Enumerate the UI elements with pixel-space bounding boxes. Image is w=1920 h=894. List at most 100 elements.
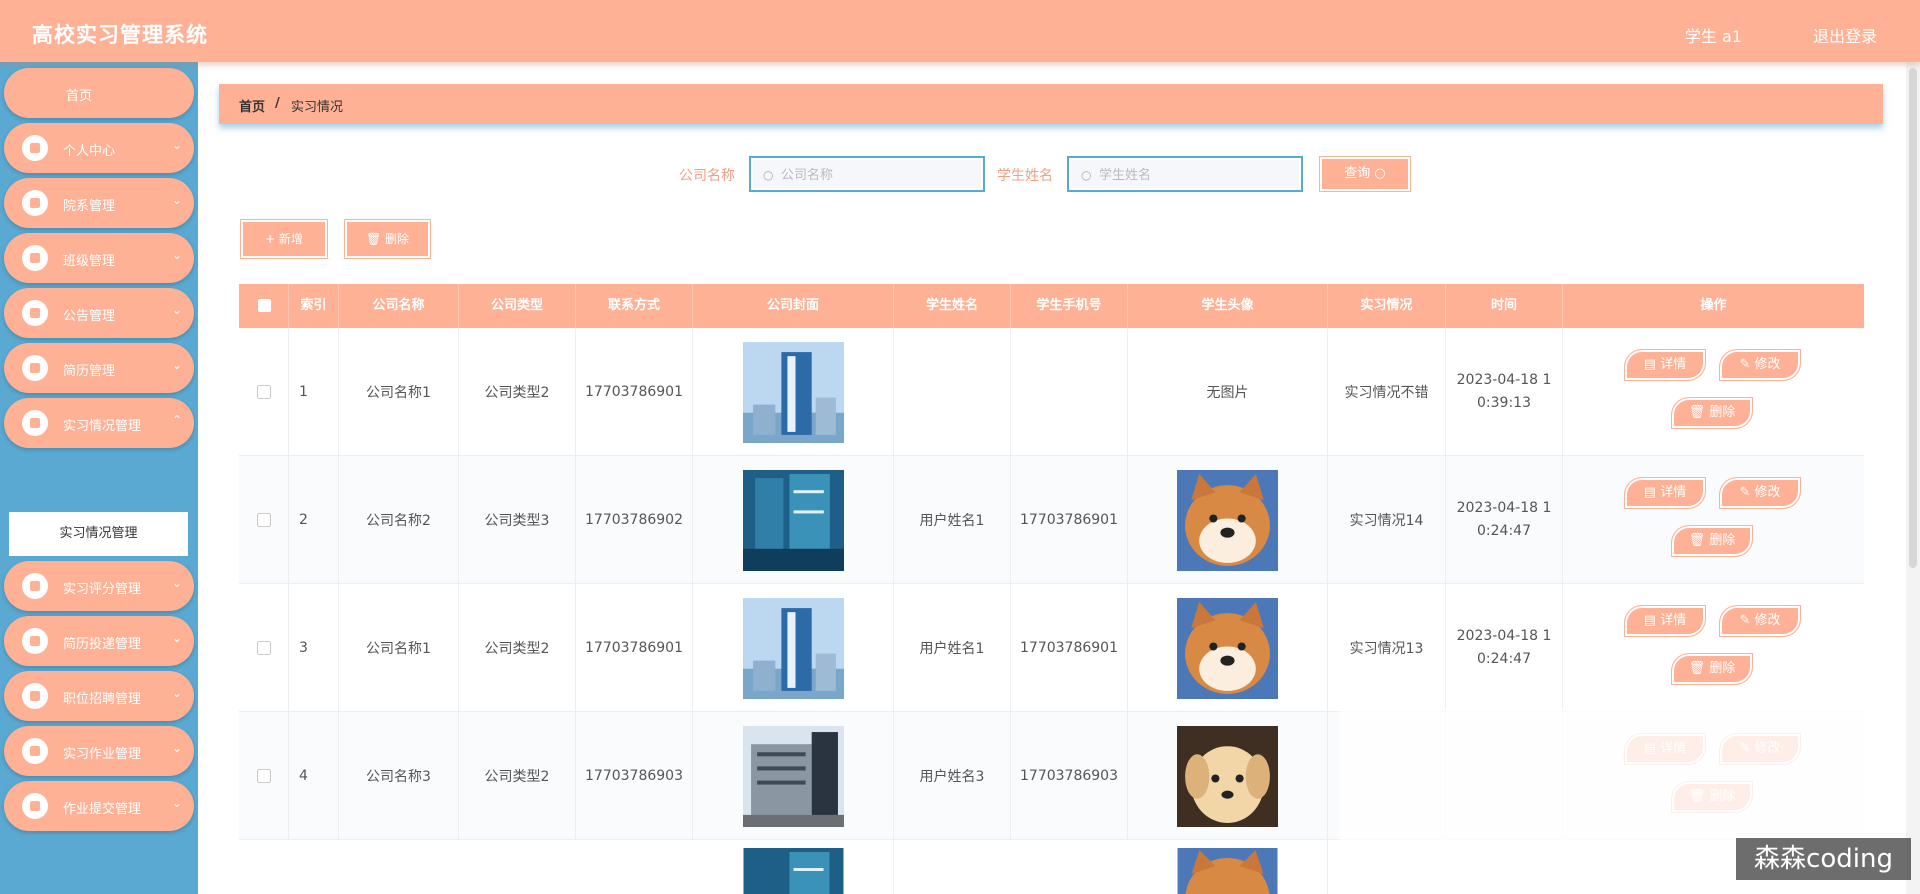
phone-cell [1011,328,1128,456]
actions-cell: ▤ 详情 ✎ 修改 🗑 删除 [1563,328,1864,456]
building-icon [22,190,48,216]
sidebar-item-label: 实习评分管理 [63,582,142,597]
select-all-checkbox[interactable] [258,299,271,312]
row-checkbox[interactable] [256,385,271,399]
student-avatar-image[interactable] [1177,469,1278,571]
batch-delete-label: 删除 [385,232,410,246]
user-icon [22,135,48,161]
student-name-label: 学生姓名 [997,168,1053,184]
sidebar-item-notice[interactable]: 公告管理 ⌄ [4,288,194,338]
sidebar-item-label: 院系管理 [63,199,116,214]
breadcrumb: 首页 / 实习情况 [219,84,1883,124]
sidebar-item-resume[interactable]: 简历管理 ⌄ [4,343,194,393]
sidebar-item-assignment[interactable]: 实习作业管理 ⌄ [4,726,194,776]
sidebar-item-label: 班级管理 [63,254,116,269]
company-cover-image[interactable] [742,597,844,699]
cover-cell [693,584,894,712]
row-checkbox[interactable] [256,769,271,783]
sidebar-item-submission[interactable]: 作业提交管理 ⌄ [4,781,194,831]
query-button-label: 查询 [1344,166,1371,181]
detail-button[interactable]: ▤ 详情 [1624,477,1706,509]
sidebar-item-internship-status[interactable]: 实习情况管理 ⌃ [4,398,194,448]
company-cover-image[interactable] [742,469,844,571]
breadcrumb-home[interactable]: 首页 [239,96,265,115]
contact-cell: 17703786902 [576,456,693,584]
scrollbar-thumb[interactable] [1909,68,1917,568]
sidebar-item-resume-delivery[interactable]: 简历投递管理 ⌄ [4,616,194,666]
column-header: 实习情况 [1328,284,1446,328]
row-select-cell[interactable] [239,712,289,840]
edit-button-label: 修改 [1754,613,1781,628]
add-button[interactable]: + 新增 [240,219,328,259]
watermark: 森森coding [1736,838,1911,880]
student-name-field[interactable]: ○ [1067,156,1303,192]
phone-cell: 17703786901 [1011,584,1128,712]
row-checkbox[interactable] [256,513,271,527]
detail-button[interactable]: ▤ 详情 [1624,605,1706,637]
company-cell: 公司名称3 [339,712,459,840]
send-icon [22,683,48,709]
sidebar-item-recruitment[interactable]: 职位招聘管理 ⌄ [4,671,194,721]
delete-button[interactable]: 🗑 删除 [1671,525,1753,557]
avatar-cell [1128,712,1328,840]
logout-link[interactable]: 退出登录 [1813,23,1877,47]
current-user[interactable]: 学生 a1 [1685,23,1742,47]
edit-button[interactable]: ✎ 修改 [1719,349,1801,381]
edit-button[interactable]: ✎ 修改 [1719,477,1801,509]
search-icon: ○ [1081,168,1092,182]
sidebar-subitem-internship-status[interactable]: 实习情况管理 [9,512,188,556]
table-row: 2 公司名称2 公司类型3 17703786902 用户姓名1 17703786… [239,456,1864,584]
sidebar-item-home[interactable]: 首页 [4,68,194,118]
delete-button-label: 删除 [1709,405,1736,420]
row-select-cell[interactable] [239,328,289,456]
document-icon: ▤ [1643,357,1661,372]
pencil-icon: ✎ [1739,485,1755,500]
delete-button[interactable]: 🗑 删除 [1671,397,1753,429]
company-cell: 公司名称2 [339,456,459,584]
student-avatar-image[interactable] [1177,597,1278,699]
batch-delete-button[interactable]: 🗑 删除 [344,219,431,259]
student-cell [894,328,1011,456]
edit-button[interactable]: ✎ 修改 [1719,605,1801,637]
column-header: 操作 [1700,298,1727,313]
contact-cell: 17703786903 [576,712,693,840]
company-name-label: 公司名称 [679,168,735,184]
delete-button[interactable]: 🗑 删除 [1671,653,1753,685]
grid-icon [22,300,48,326]
row-select-cell[interactable] [239,456,289,584]
company-name-field[interactable]: ○ [749,156,985,192]
query-button[interactable]: 查询 ○ [1319,156,1411,192]
sidebar: 首页 个人中心 ⌄ 院系管理 ⌄ 班级管理 ⌄ 公告管理 ⌄ 简历管理 ⌄ 实习… [0,62,198,894]
phone-cell: 17703786903 [1011,712,1128,840]
detail-button-label: 详情 [1660,485,1687,500]
student-name-input[interactable] [1099,164,1289,186]
chevron-down-icon: ⌄ [171,193,182,207]
table-row: 3 公司名称1 公司类型2 17703786901 用户姓名1 17703786… [239,584,1864,712]
status-cell: 实习情况13 [1328,584,1446,712]
detail-button[interactable]: ▤ 详情 [1624,349,1706,381]
company-cover-image[interactable] [742,341,844,443]
row-select-cell[interactable] [239,584,289,712]
sidebar-item-label: 个人中心 [63,144,116,159]
student-cell: 用户姓名1 [894,584,1011,712]
index-cell: 4 [289,712,339,840]
company-name-input[interactable] [781,164,971,186]
company-cover-image[interactable] [743,848,844,894]
student-avatar-image[interactable] [1177,725,1278,827]
row-checkbox[interactable] [256,641,271,655]
index-cell: 3 [289,584,339,712]
sidebar-item-personal-center[interactable]: 个人中心 ⌄ [4,123,194,173]
select-all-cell[interactable] [239,284,289,328]
sidebar-item-internship-score[interactable]: 实习评分管理 ⌄ [4,561,194,611]
chevron-down-icon: ⌄ [171,576,182,590]
student-avatar-image[interactable] [1177,848,1278,894]
sidebar-item-label: 简历投递管理 [63,637,142,652]
phone-cell: 17703786901 [1011,456,1128,584]
actions-cell: ▤ 详情 ✎ 修改 🗑 删除 [1563,456,1864,584]
column-header: 时间 [1446,284,1563,328]
monitor-icon [22,793,48,819]
company-cover-image[interactable] [742,725,844,827]
type-cell: 公司类型2 [459,712,576,840]
sidebar-item-class[interactable]: 班级管理 ⌄ [4,233,194,283]
sidebar-item-department[interactable]: 院系管理 ⌄ [4,178,194,228]
